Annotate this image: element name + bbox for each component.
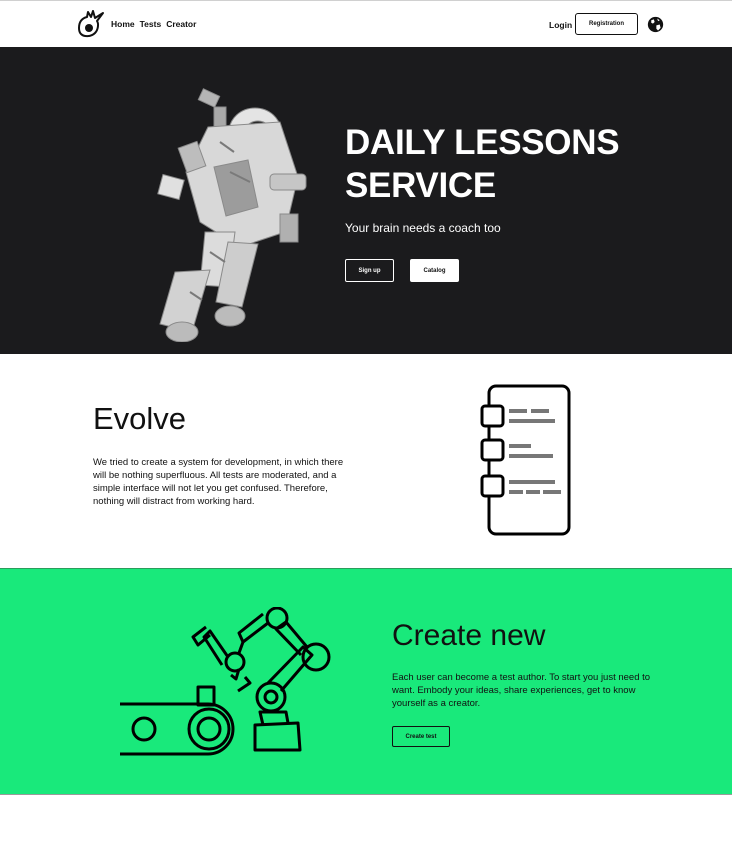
signup-button[interactable]: Sign up — [345, 259, 394, 282]
evolve-section: Evolve We tried to create a system for d… — [0, 354, 732, 568]
evolve-title: Evolve — [93, 401, 187, 436]
hero-title: DAILY LESSONS SERVICE — [345, 123, 620, 205]
create-text: Each user can become a test author. To s… — [392, 672, 651, 709]
meteor-logo-icon[interactable] — [76, 9, 106, 39]
evolve-text: We tried to create a system for developm… — [93, 457, 344, 507]
create-title: Create new — [392, 619, 546, 652]
site-header: Home Tests Creator Login Registration — [0, 1, 732, 47]
main-nav: Home Tests Creator — [111, 19, 196, 29]
create-test-button[interactable]: Create test — [392, 726, 450, 747]
robot-arm-conveyor-icon — [120, 607, 331, 756]
nav-creator-link[interactable]: Creator — [166, 19, 196, 29]
hero-section: DAILY LESSONS SERVICE Your brain needs a … — [0, 47, 732, 354]
login-link[interactable]: Login — [549, 20, 572, 30]
create-section: Create new Each user can become a test a… — [0, 568, 732, 795]
registration-button[interactable]: Registration — [575, 13, 638, 35]
astronaut-image — [157, 88, 307, 342]
catalog-button[interactable]: Catalog — [410, 259, 459, 282]
nav-tests-link[interactable]: Tests — [140, 19, 162, 29]
checklist-phone-icon — [480, 384, 571, 536]
nav-home-link[interactable]: Home — [111, 19, 135, 29]
globe-icon[interactable] — [647, 16, 664, 33]
hero-subtitle: Your brain needs a coach too — [345, 221, 501, 235]
